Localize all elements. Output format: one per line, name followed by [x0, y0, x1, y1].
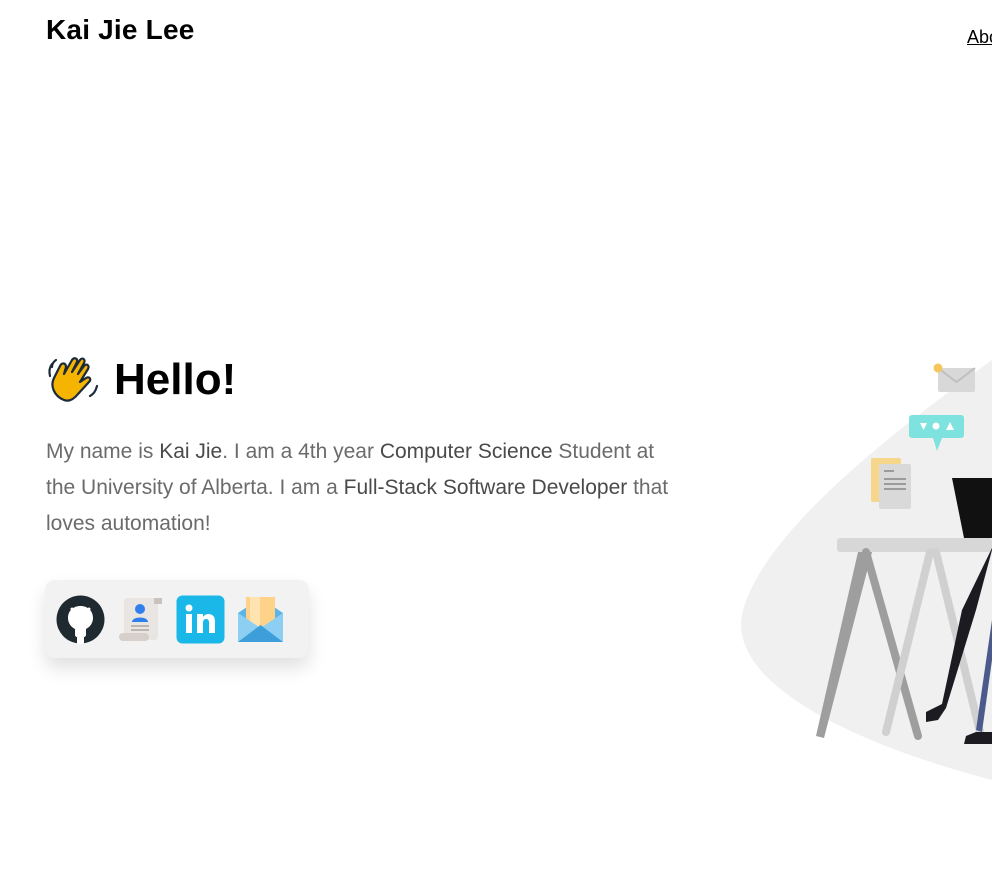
email-link[interactable] — [236, 595, 285, 644]
site-name[interactable]: Kai Jie Lee — [46, 14, 195, 46]
document-icon — [871, 458, 911, 509]
social-links-card — [45, 580, 309, 658]
nav-link-about[interactable]: Abo — [967, 27, 992, 48]
intro-name: Kai Jie — [159, 440, 223, 463]
waving-hand-icon — [46, 352, 102, 408]
email-icon — [238, 596, 283, 642]
resume-icon — [119, 597, 162, 641]
intro-role: Full-Stack Software Developer — [343, 476, 628, 499]
intro-paragraph: My name is Kai Jie. I am a 4th year Comp… — [46, 434, 686, 542]
hello-title: Hello! — [114, 355, 237, 404]
github-icon — [56, 595, 105, 644]
resume-link[interactable] — [116, 595, 165, 644]
linkedin-link[interactable] — [176, 595, 225, 644]
hello-heading-row: Hello! — [46, 352, 696, 408]
intro-field: Computer Science — [379, 440, 553, 463]
intro-text: My name is — [46, 440, 160, 463]
hero-illustration — [740, 360, 992, 790]
envelope-icon — [933, 363, 976, 392]
github-link[interactable] — [56, 595, 105, 644]
intro-text: . I am a 4th year — [222, 440, 380, 463]
hero-section: Hello! My name is Kai Jie. I am a 4th ye… — [46, 352, 696, 563]
linkedin-icon — [176, 595, 225, 643]
